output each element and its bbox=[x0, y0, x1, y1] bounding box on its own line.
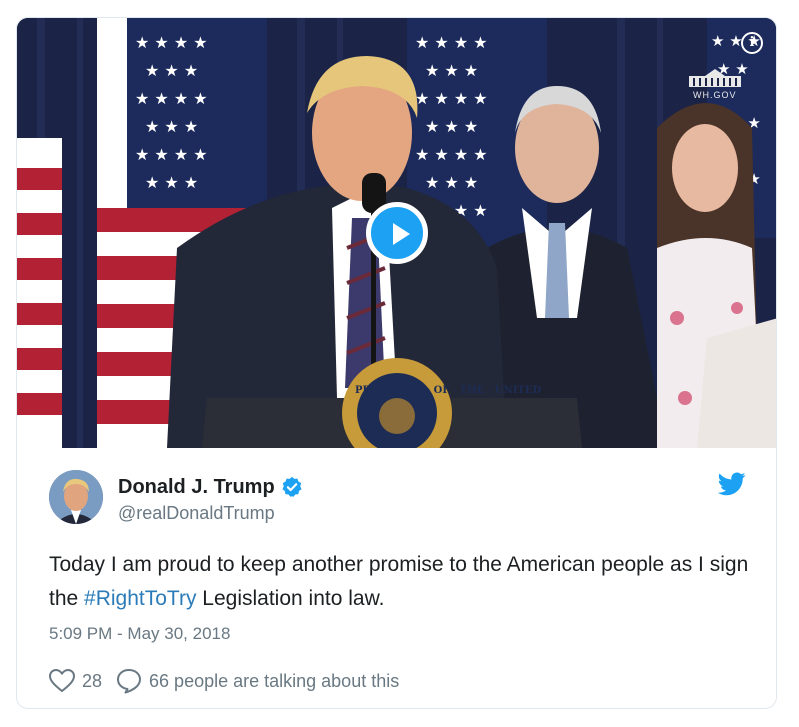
play-button[interactable] bbox=[366, 202, 428, 264]
tweet-text-part: Legislation into law. bbox=[196, 587, 385, 610]
speech-bubble-icon bbox=[117, 669, 142, 694]
svg-text:★ ★ ★: ★ ★ ★ bbox=[145, 173, 198, 192]
twitter-bird-icon[interactable] bbox=[718, 472, 746, 496]
avatar-image bbox=[49, 470, 103, 524]
whitehouse-watermark: WH.GOV bbox=[685, 68, 745, 100]
tweet-timestamp[interactable]: 5:09 PM - May 30, 2018 bbox=[49, 624, 230, 644]
author-name-row: Donald J. Trump bbox=[118, 474, 303, 500]
avatar[interactable] bbox=[49, 470, 103, 524]
svg-text:★ ★ ★ ★: ★ ★ ★ ★ bbox=[135, 89, 208, 108]
svg-text:★ ★ ★: ★ ★ ★ bbox=[425, 117, 478, 136]
svg-text:★ ★ ★: ★ ★ ★ bbox=[425, 173, 478, 192]
video-media[interactable]: ★ ★ ★ ★ ★ ★ ★ ★ ★ ★ ★ ★ ★ ★ ★ ★ ★ ★ ★ ★ ★ ★… bbox=[17, 18, 776, 448]
svg-text:★ ★ ★ ★: ★ ★ ★ ★ bbox=[415, 33, 488, 52]
watermark-text: WH.GOV bbox=[693, 90, 737, 100]
hashtag-link[interactable]: #RightToTry bbox=[84, 587, 196, 610]
play-icon bbox=[393, 223, 410, 245]
svg-text:★ ★ ★ ★: ★ ★ ★ ★ bbox=[135, 145, 208, 164]
talking-count-link: 66 people are talking about this bbox=[149, 670, 400, 691]
svg-text:★ ★ ★: ★ ★ ★ bbox=[145, 117, 198, 136]
svg-text:PRESIDENT · OF · THE · UNITED: PRESIDENT · OF · THE · UNITED bbox=[355, 385, 541, 396]
author-handle[interactable]: @realDonaldTrump bbox=[118, 503, 275, 524]
svg-text:★ ★ ★: ★ ★ ★ bbox=[145, 61, 198, 80]
svg-text:★ ★ ★ ★: ★ ★ ★ ★ bbox=[135, 33, 208, 52]
svg-text:★ ★ ★ ★: ★ ★ ★ ★ bbox=[415, 89, 488, 108]
reply-action[interactable]: 66 people are talking about this bbox=[116, 668, 399, 694]
like-action[interactable]: 28 bbox=[49, 669, 102, 693]
info-icon[interactable]: i bbox=[741, 32, 763, 54]
tweet-text: Today I am proud to keep another promise… bbox=[49, 548, 749, 616]
like-count: 28 bbox=[82, 670, 103, 691]
author-name[interactable]: Donald J. Trump bbox=[118, 476, 275, 499]
tweet-actions: 28 66 people are talking about this bbox=[49, 666, 399, 696]
tweet-embed-card[interactable]: ★ ★ ★ ★ ★ ★ ★ ★ ★ ★ ★ ★ ★ ★ ★ ★ ★ ★ ★ ★ ★ ★… bbox=[16, 17, 777, 709]
svg-text:★ ★ ★: ★ ★ ★ bbox=[425, 61, 478, 80]
heart-icon bbox=[49, 669, 75, 693]
verified-badge-icon bbox=[282, 476, 302, 497]
svg-text:★ ★ ★ ★: ★ ★ ★ ★ bbox=[415, 145, 488, 164]
whitehouse-icon bbox=[689, 69, 741, 87]
